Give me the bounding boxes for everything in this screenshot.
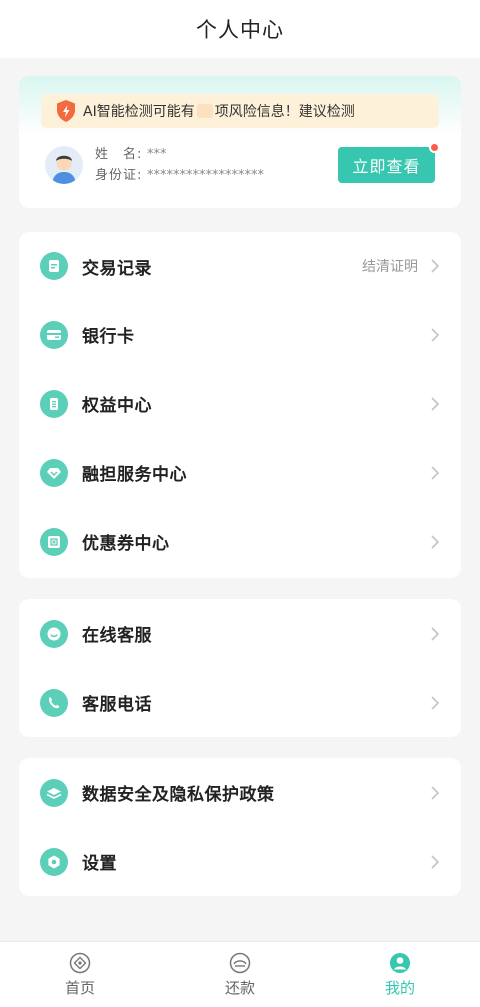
chevron-right-icon	[431, 695, 440, 710]
shield-layers-icon	[40, 778, 68, 807]
diamond-icon	[40, 458, 68, 487]
tab-mine[interactable]: 我的	[320, 942, 480, 1007]
user-info: 姓 名: *** 身份证: ******************	[95, 144, 338, 186]
view-now-label: 立即查看	[352, 157, 421, 176]
menu-group-support: 在线客服 客服电话	[19, 599, 461, 737]
chat-icon	[40, 619, 68, 648]
gear-icon	[40, 847, 68, 876]
tab-label: 我的	[384, 978, 415, 997]
chevron-right-icon	[431, 626, 440, 641]
chevron-right-icon	[431, 854, 440, 869]
tab-label: 首页	[64, 978, 95, 997]
tab-home[interactable]: 首页	[0, 942, 160, 1007]
menu-item-phone-service[interactable]: 客服电话	[19, 668, 461, 737]
chevron-right-icon	[431, 396, 440, 411]
id-value: ******************	[147, 168, 264, 183]
id-label: 身份证:	[95, 168, 143, 183]
avatar	[45, 146, 83, 184]
blurred-count	[196, 104, 213, 118]
risk-check-card: AI智能检测可能有 项风险信息！建议检测 姓 名: *** 身份证: *******…	[19, 76, 461, 208]
phone-icon	[40, 688, 68, 717]
menu-label: 客服电话	[82, 695, 152, 715]
menu-label: 设置	[82, 854, 117, 874]
view-now-button[interactable]: 立即查看	[338, 142, 440, 183]
bank-card-icon	[40, 320, 68, 349]
menu-item-transactions[interactable]: 交易记录 结清证明	[19, 232, 461, 300]
menu-item-privacy-policy[interactable]: 数据安全及隐私保护政策	[19, 758, 461, 827]
chevron-right-icon	[431, 465, 440, 480]
benefits-icon	[40, 389, 68, 418]
user-avatar-icon	[45, 146, 83, 184]
menu-item-coupons[interactable]: 优惠券中心	[19, 507, 461, 576]
notice-text-suffix: 项风险信息！建议检测	[214, 104, 355, 120]
menu-label: 银行卡	[82, 327, 135, 347]
menu-item-guarantee-service[interactable]: 融担服务中心	[19, 438, 461, 507]
menu-item-settings[interactable]: 设置	[19, 827, 461, 896]
notice-text-prefix: AI智能检测可能有	[83, 104, 195, 120]
coupon-icon	[40, 527, 68, 556]
settlement-proof-link[interactable]: 结清证明	[362, 256, 418, 276]
menu-label: 融担服务中心	[82, 465, 187, 485]
tab-label: 还款	[224, 978, 255, 997]
receipt-icon	[40, 252, 68, 280]
chevron-right-icon	[431, 259, 440, 273]
menu-group-settings: 数据安全及隐私保护政策 设置	[19, 758, 461, 896]
tab-repay[interactable]: 还款	[160, 942, 320, 1007]
menu-item-benefits[interactable]: 权益中心	[19, 369, 461, 438]
home-icon	[69, 952, 91, 973]
name-label: 姓 名:	[95, 147, 143, 162]
chevron-right-icon	[431, 785, 440, 800]
menu-label: 权益中心	[82, 396, 152, 416]
name-value: ***	[147, 147, 167, 162]
repay-icon	[229, 952, 251, 973]
menu-label: 交易记录	[82, 258, 152, 279]
menu-label: 在线客服	[82, 626, 152, 646]
chevron-right-icon	[431, 534, 440, 549]
top-bar: 个人中心	[0, 0, 480, 58]
menu-item-bank-card[interactable]: 银行卡	[19, 300, 461, 369]
shield-alert-icon	[57, 100, 75, 122]
user-summary: 姓 名: *** 身份证: ****************** 立即查看	[45, 142, 440, 188]
notification-dot	[429, 142, 440, 153]
menu-label: 优惠券中心	[82, 534, 170, 554]
chevron-right-icon	[431, 327, 440, 342]
risk-notice-banner[interactable]: AI智能检测可能有 项风险信息！建议检测	[41, 94, 439, 128]
menu-group-account: 交易记录 结清证明 银行卡 权益中心 融担服务中心 优惠券中心	[19, 232, 461, 578]
menu-label: 数据安全及隐私保护政策	[82, 785, 275, 805]
profile-icon	[390, 952, 410, 973]
page-title: 个人中心	[196, 18, 284, 42]
menu-item-online-service[interactable]: 在线客服	[19, 599, 461, 668]
bottom-tab-bar: 首页 还款 我的	[0, 941, 480, 1007]
